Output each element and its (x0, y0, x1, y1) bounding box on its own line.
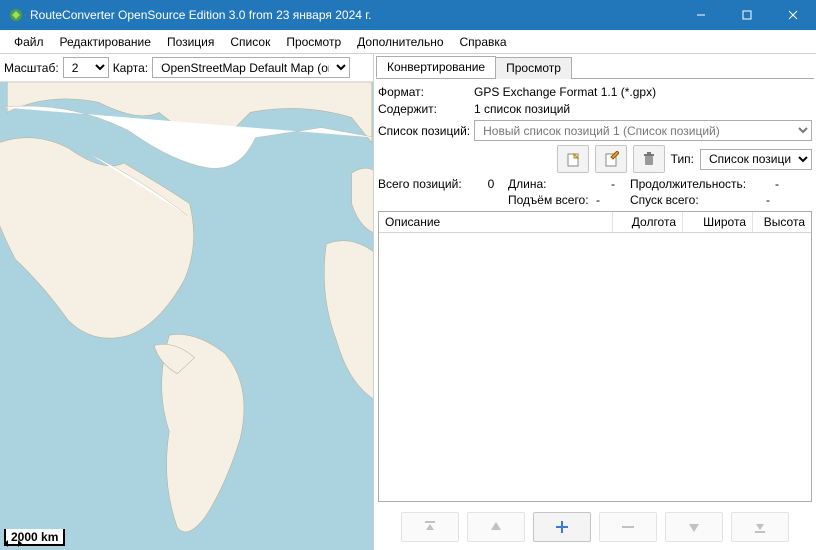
map-select[interactable]: OpenStreetMap Default Map (онл… (152, 57, 350, 78)
map-label: Карта: (113, 61, 148, 75)
move-top-button[interactable] (401, 512, 459, 542)
menu-bar: Файл Редактирование Позиция Список Просм… (0, 30, 816, 54)
menu-extra[interactable]: Дополнительно (349, 32, 451, 52)
total-positions-label: Всего позиций: (378, 177, 474, 191)
col-latitude[interactable]: Широта (683, 212, 753, 232)
contains-value: 1 список позиций (474, 102, 812, 116)
remove-position-button[interactable] (599, 512, 657, 542)
delete-list-button[interactable] (633, 145, 665, 173)
duration-value: - (766, 177, 788, 191)
new-list-button[interactable] (557, 145, 589, 173)
col-longitude[interactable]: Долгота (613, 212, 683, 232)
zoom-select[interactable]: 2 (63, 57, 109, 78)
contains-label: Содержит: (378, 102, 470, 116)
descent-value: - (766, 193, 788, 207)
maximize-button[interactable] (724, 0, 770, 30)
move-bottom-button[interactable] (731, 512, 789, 542)
type-select[interactable]: Список позиций (700, 149, 812, 170)
ascent-value: - (596, 193, 630, 207)
scroll-right-icon[interactable] (14, 538, 25, 549)
ascent-label: Подъём всего: (508, 193, 596, 207)
menu-view[interactable]: Просмотр (278, 32, 349, 52)
move-down-button[interactable] (665, 512, 723, 542)
add-position-button[interactable] (533, 512, 591, 542)
menu-file[interactable]: Файл (6, 32, 52, 52)
table-body[interactable] (379, 233, 811, 501)
rename-list-button[interactable] (595, 145, 627, 173)
total-positions-value: 0 (474, 177, 508, 191)
left-panel: Масштаб: 2 Карта: OpenStreetMap Default … (0, 54, 374, 550)
menu-list[interactable]: Список (222, 32, 278, 52)
scroll-left-icon[interactable] (1, 538, 12, 549)
type-label: Тип: (671, 152, 694, 166)
menu-edit[interactable]: Редактирование (52, 32, 159, 52)
length-value: - (596, 177, 630, 191)
right-panel: Конвертирование Просмотр Формат: GPS Exc… (374, 54, 816, 550)
duration-label: Продолжительность: (630, 177, 766, 191)
format-value: GPS Exchange Format 1.1 (*.gpx) (474, 85, 812, 99)
move-up-button[interactable] (467, 512, 525, 542)
length-label: Длина: (508, 177, 596, 191)
tab-view[interactable]: Просмотр (495, 57, 572, 79)
map-toolbar: Масштаб: 2 Карта: OpenStreetMap Default … (0, 54, 373, 82)
zoom-label: Масштаб: (4, 61, 59, 75)
window-title: RouteConverter OpenSource Edition 3.0 fr… (30, 8, 678, 22)
positions-table: Описание Долгота Широта Высота (378, 211, 812, 502)
col-altitude[interactable]: Высота (753, 212, 811, 232)
tabs: Конвертирование Просмотр (376, 56, 814, 79)
descent-label: Спуск всего: (630, 193, 766, 207)
bottom-toolbar (376, 506, 814, 548)
position-list-select[interactable]: Новый список позиций 1 (Список позиций) (474, 120, 812, 141)
format-label: Формат: (378, 85, 470, 99)
close-button[interactable] (770, 0, 816, 30)
position-list-label: Список позиций: (378, 124, 470, 138)
menu-help[interactable]: Справка (452, 32, 515, 52)
map-view[interactable]: 2000 km (0, 82, 373, 550)
title-bar: RouteConverter OpenSource Edition 3.0 fr… (0, 0, 816, 30)
col-description[interactable]: Описание (379, 212, 613, 232)
menu-position[interactable]: Позиция (159, 32, 222, 52)
app-icon (8, 7, 24, 23)
tab-convert[interactable]: Конвертирование (376, 56, 496, 78)
minimize-button[interactable] (678, 0, 724, 30)
